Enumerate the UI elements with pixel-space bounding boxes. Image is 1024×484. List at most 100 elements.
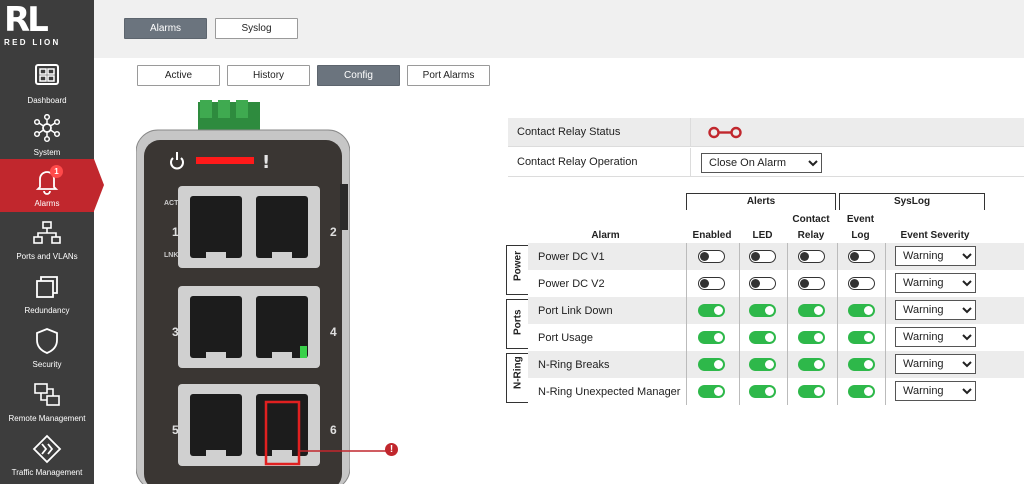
col-alarm: Alarm (591, 230, 620, 241)
event-log-toggle[interactable] (848, 331, 875, 344)
column-divider (885, 243, 886, 405)
enabled-toggle[interactable] (698, 358, 725, 371)
event-log-toggle[interactable] (848, 304, 875, 317)
lnk-label: LNK (164, 252, 178, 259)
sidebar-item-system[interactable]: System (0, 108, 94, 161)
event-severity-select[interactable]: Warning (895, 381, 976, 401)
relay-operation-select[interactable]: Close On Alarm (701, 153, 822, 173)
system-network-icon (33, 114, 61, 143)
port-4-link-led (300, 346, 307, 358)
port-number-label: 6 (330, 423, 337, 437)
subtab-config[interactable]: Config (317, 65, 400, 86)
alarm-name-label: Port Link Down (538, 305, 613, 317)
col-contact-relay-line1: Contact (792, 214, 830, 225)
col-enabled: Enabled (692, 230, 732, 241)
relay-toggle[interactable] (798, 385, 825, 398)
category-n-ring-group: N-Ring (506, 353, 528, 403)
alarm-led-bar (196, 157, 254, 164)
alarm-name-label: Power DC V2 (538, 278, 605, 290)
ethernet-port (190, 196, 242, 258)
led-toggle[interactable] (749, 358, 776, 371)
col-event-log-line1: Event (846, 214, 875, 225)
led-toggle[interactable] (749, 304, 776, 317)
enabled-toggle[interactable] (698, 250, 725, 263)
event-severity-select[interactable]: Warning (895, 246, 976, 266)
relay-toggle[interactable] (798, 331, 825, 344)
alarm-name-label: N-Ring Breaks (538, 359, 610, 371)
col-event-log-line2: Log (851, 230, 870, 241)
port-number-label: 5 (172, 423, 179, 437)
sidebar-item-alarms[interactable]: 1 Alarms (0, 159, 104, 212)
sidebar: RL RED LION Dashboard System 1 Alarms Po… (0, 0, 104, 484)
event-log-toggle[interactable] (848, 358, 875, 371)
ethernet-port (256, 196, 308, 258)
event-severity-select[interactable]: Warning (895, 354, 976, 374)
port-latch-notch (272, 450, 292, 456)
sidebar-item-remote-management[interactable]: Remote Management (0, 374, 94, 427)
event-log-toggle[interactable] (848, 385, 875, 398)
col-event-severity: Event Severity (900, 230, 970, 241)
relay-toggle[interactable] (798, 304, 825, 317)
event-log-toggle[interactable] (848, 250, 875, 263)
column-divider (787, 243, 788, 405)
sidebar-item-dashboard[interactable]: Dashboard (0, 56, 94, 109)
tab-alarms[interactable]: Alarms (124, 18, 207, 39)
warning-exclamation: ! (262, 152, 270, 173)
relay-chain-icon (708, 126, 742, 139)
subtab-port-alarms[interactable]: Port Alarms (407, 65, 490, 86)
subtab-active[interactable]: Active (137, 65, 220, 86)
relay-toggle[interactable] (798, 277, 825, 290)
port-number-label: 4 (330, 325, 337, 339)
event-severity-select[interactable]: Warning (895, 327, 976, 347)
led-toggle[interactable] (749, 331, 776, 344)
port-latch-notch (206, 450, 226, 456)
alarm-name-label: Power DC V1 (538, 251, 605, 263)
led-toggle[interactable] (749, 277, 776, 290)
sidebar-item-ports-and-vlans[interactable]: Ports and VLANs (0, 212, 94, 265)
redundancy-icon (36, 276, 58, 298)
enabled-toggle[interactable] (698, 331, 725, 344)
enabled-toggle[interactable] (698, 277, 725, 290)
relay-status-row: Contact Relay Status (508, 118, 1024, 147)
port-number-label: 1 (172, 225, 179, 239)
red-lion-logo: RL RED LION (4, 0, 61, 47)
traffic-icon (32, 434, 62, 464)
remote-management-icon (34, 383, 60, 406)
col-led: LED (752, 230, 773, 241)
port-number-label: 2 (330, 225, 337, 239)
network-ports-icon (33, 221, 61, 244)
column-divider (739, 243, 740, 405)
ethernet-port (190, 296, 242, 358)
port-latch-notch (206, 252, 226, 258)
port-latch-notch (272, 252, 292, 258)
event-severity-select[interactable]: Warning (895, 300, 976, 320)
port-panel: 1 2 3 4 5 6 (172, 186, 337, 466)
category-label: Ports (512, 309, 524, 335)
column-divider (686, 243, 687, 405)
relay-toggle[interactable] (798, 358, 825, 371)
category-label: Power (512, 250, 524, 281)
port-number-label: 3 (172, 325, 179, 339)
led-toggle[interactable] (749, 385, 776, 398)
relay-toggle[interactable] (798, 250, 825, 263)
col-contact-relay-line2: Relay (797, 230, 825, 241)
alarm-name-label: Port Usage (538, 332, 594, 344)
port-latch-notch (206, 352, 226, 358)
alarm-count-badge: 1 (50, 165, 63, 178)
subtab-history[interactable]: History (227, 65, 310, 86)
led-toggle[interactable] (749, 250, 776, 263)
enabled-toggle[interactable] (698, 304, 725, 317)
port-alarm-alert-icon[interactable]: ! (385, 443, 398, 456)
category-label: N-Ring (512, 356, 524, 389)
dashboard-icon (35, 64, 59, 85)
sidebar-item-traffic-management[interactable]: Traffic Management (0, 428, 94, 481)
event-severity-select[interactable]: Warning (895, 273, 976, 293)
switch-device-image: ! ACT LNK 1 2 3 4 5 6 (135, 100, 351, 484)
port-latch-notch (272, 352, 292, 358)
alarm-name-label: N-Ring Unexpected Manager (538, 386, 681, 398)
sidebar-item-redundancy[interactable]: Redundancy (0, 266, 94, 319)
sidebar-item-security[interactable]: Security (0, 320, 94, 373)
enabled-toggle[interactable] (698, 385, 725, 398)
event-log-toggle[interactable] (848, 277, 875, 290)
tab-syslog[interactable]: Syslog (215, 18, 298, 39)
